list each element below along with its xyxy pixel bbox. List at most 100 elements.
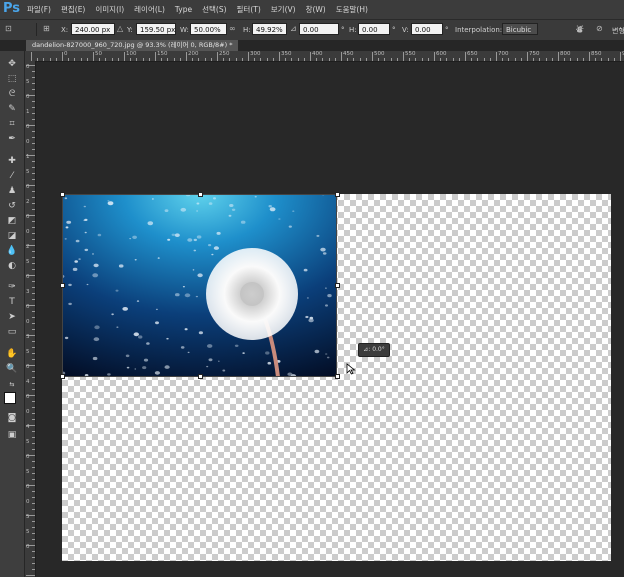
transform-handle-bottom-left[interactable] (60, 374, 65, 379)
ruler-tick (32, 257, 35, 258)
crop-tool-icon[interactable]: ⌗ (5, 118, 19, 131)
hskew-input[interactable]: 0.00 (358, 23, 390, 35)
swap-colors-icon[interactable]: ⇆ (5, 378, 19, 391)
ruler-label: 0 (26, 94, 30, 100)
menu-filter[interactable]: 필터(T) (237, 4, 261, 15)
stamp-tool-icon[interactable]: ♟ (5, 185, 19, 198)
healing-tool-icon[interactable]: ✚ (5, 155, 19, 168)
rotate-cursor-icon (346, 363, 356, 375)
ruler-tick (32, 407, 35, 408)
ruler-label: 0 (26, 184, 30, 190)
eyedropper-tool-icon[interactable]: ✒ (5, 133, 19, 146)
tools-panel: ✥ ⬚ ᘓ ✎ ⌗ ✒ ✚ ⁄ ♟ ↺ ◩ ◪ 💧 ◐ ✑ T ➤ ▭ ✋ 🔍 … (0, 51, 25, 577)
transform-handle-bottom-right[interactable] (335, 374, 340, 379)
transform-handle-right[interactable] (335, 283, 340, 288)
document-tab[interactable]: dandelion-827000_960_720.jpg @ 93.3% (레이… (26, 40, 239, 51)
type-tool-icon[interactable]: T (5, 296, 19, 309)
ruler-minor-tick (55, 58, 57, 61)
menu-file[interactable]: 파일(F) (27, 4, 51, 15)
eraser-tool-icon[interactable]: ◩ (5, 215, 19, 228)
ruler-minor-tick (576, 58, 578, 61)
ruler-minor-tick (285, 58, 287, 61)
vskew-input[interactable]: 0.00 (411, 23, 443, 35)
ruler-label: 5 (26, 469, 30, 475)
blur-tool-icon[interactable]: 💧 (5, 245, 19, 258)
quick-mask-icon[interactable]: ◙ (5, 412, 19, 425)
ruler-tick (32, 203, 35, 204)
hand-tool-icon[interactable]: ✋ (5, 348, 19, 361)
history-brush-icon[interactable]: ↺ (5, 200, 19, 213)
ruler-tick (32, 83, 35, 84)
ruler-label: 200 (188, 51, 199, 57)
ruler-tick (32, 281, 35, 282)
reference-point-icon[interactable]: ⊞ (43, 24, 50, 33)
lasso-tool-icon[interactable]: ᘓ (5, 88, 19, 101)
ruler-minor-tick (192, 58, 194, 61)
ruler-tick (32, 539, 35, 540)
pen-tool-icon[interactable]: ✑ (5, 281, 19, 294)
transform-handle-top[interactable] (198, 192, 203, 197)
menu-image[interactable]: 이미지(I) (95, 4, 124, 15)
x-position-input[interactable]: 240.00 px (71, 23, 115, 35)
menu-bar: Ps 파일(F) 편집(E) 이미지(I) 레이어(L) Type 선택(S) … (0, 0, 624, 19)
rotate-input[interactable]: 0.00 (299, 23, 339, 35)
ruler-tick (434, 52, 435, 61)
path-select-tool-icon[interactable]: ➤ (5, 311, 19, 324)
ruler-tick (32, 287, 35, 288)
ruler-label: 0 (26, 319, 30, 325)
menu-help[interactable]: 도움말(H) (336, 4, 368, 15)
width-input[interactable]: 50.00% (190, 23, 227, 35)
dodge-tool-icon[interactable]: ◐ (5, 260, 19, 273)
link-icon[interactable]: ∞ (229, 24, 236, 33)
transform-label: 변형 (612, 27, 624, 35)
ruler-minor-tick (409, 58, 411, 61)
free-transform-box[interactable] (60, 192, 340, 379)
brush-tool-icon[interactable]: ⁄ (5, 170, 19, 183)
marquee-tool-icon[interactable]: ⬚ (5, 73, 19, 86)
ruler-label: 150 (157, 51, 168, 57)
menu-layer[interactable]: 레이어(L) (134, 4, 165, 15)
ruler-tick (32, 323, 35, 324)
y-position-input[interactable]: 159.50 px (136, 23, 176, 35)
ruler-minor-tick (328, 58, 330, 61)
ruler-tick (32, 293, 35, 294)
rotate-icon: ⊿ (290, 24, 297, 33)
cancel-icon[interactable]: ⊘ (596, 24, 603, 33)
warp-icon[interactable]: ⛇ (576, 24, 584, 36)
ruler-label: 100 (126, 51, 137, 57)
ruler-label: 5 (26, 79, 30, 85)
ruler-tick (32, 347, 35, 348)
height-input[interactable]: 49.92% (252, 23, 287, 35)
ruler-label: 50 (95, 51, 102, 57)
ruler-tick (32, 563, 35, 564)
ruler-tick (32, 143, 35, 144)
shape-tool-icon[interactable]: ▭ (5, 326, 19, 339)
transform-handle-top-left[interactable] (60, 192, 65, 197)
interpolation-select[interactable]: Bicubic (502, 23, 538, 35)
transform-handle-top-right[interactable] (335, 192, 340, 197)
menu-view[interactable]: 보기(V) (271, 4, 296, 15)
ruler-label: 4 (26, 379, 30, 385)
gradient-tool-icon[interactable]: ◪ (5, 230, 19, 243)
menu-window[interactable]: 창(W) (306, 4, 326, 15)
ruler-label: 0 (26, 544, 30, 550)
transform-tool-icon[interactable]: ⊡ (5, 24, 12, 33)
quick-select-tool-icon[interactable]: ✎ (5, 103, 19, 116)
menu-edit[interactable]: 편집(E) (61, 4, 85, 15)
ruler-minor-tick (142, 58, 144, 61)
ruler-tick (26, 575, 35, 576)
delta-icon[interactable]: △ (117, 24, 123, 33)
foreground-color-swatch[interactable] (4, 392, 16, 404)
ruler-label: 0 (26, 409, 30, 415)
menu-select[interactable]: 선택(S) (202, 4, 226, 15)
transform-handle-bottom[interactable] (198, 374, 203, 379)
screen-mode-icon[interactable]: ▣ (5, 429, 19, 442)
move-tool-icon[interactable]: ✥ (5, 58, 19, 71)
menu-type[interactable]: Type (175, 5, 192, 14)
ruler-tick (186, 52, 187, 61)
ruler-tick (32, 119, 35, 120)
photoshop-logo: Ps (3, 1, 21, 16)
zoom-tool-icon[interactable]: 🔍 (5, 363, 19, 376)
ruler-tick (32, 239, 35, 240)
transform-handle-left[interactable] (60, 283, 65, 288)
